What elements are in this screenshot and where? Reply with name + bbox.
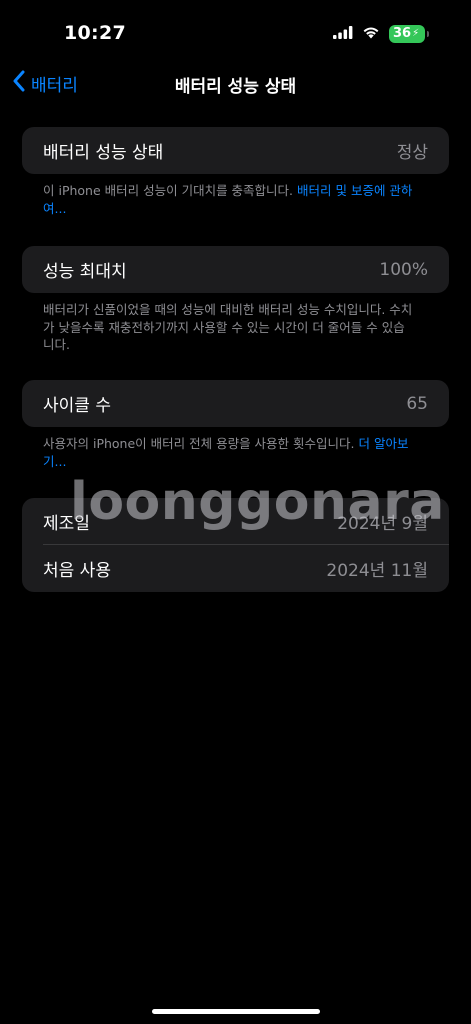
battery-level: 36 — [393, 25, 412, 41]
wifi-icon — [362, 24, 380, 43]
cycle-count-row: 사이클 수 65 — [22, 380, 449, 427]
page-title: 배터리 성능 상태 — [174, 77, 297, 97]
battery-health-footer-text: 이 iPhone 배터리 성능이 기대치를 충족합니다. — [43, 183, 298, 198]
battery-indicator: 36 ⚡ — [389, 24, 425, 43]
status-time: 10:27 — [64, 22, 126, 44]
status-icons: 36 ⚡ — [333, 24, 429, 43]
battery-health-value: 정상 — [396, 143, 428, 163]
cycle-count-footer-text: 사용자의 iPhone이 배터리 전체 용량을 사용한 횟수입니다. — [43, 436, 359, 451]
max-capacity-label: 성능 최대치 — [43, 262, 127, 282]
status-bar: 10:27 36 ⚡ — [0, 0, 471, 70]
cellular-signal-icon — [333, 24, 353, 43]
first-use-label: 처음 사용 — [43, 561, 111, 581]
first-use-value: 2024년 11월 — [326, 561, 428, 581]
cycle-count-label: 사이클 수 — [43, 396, 111, 416]
cycle-count-value: 65 — [406, 393, 428, 414]
max-capacity-value: 100% — [379, 259, 428, 280]
charging-bolt-icon: ⚡ — [412, 27, 420, 39]
manufacture-date-row: 제조일 2024년 9월 — [22, 498, 449, 545]
cycle-count-group: 사이클 수 65 — [22, 380, 449, 427]
first-use-row: 처음 사용 2024년 11월 — [22, 545, 449, 592]
max-capacity-row: 성능 최대치 100% — [22, 246, 449, 293]
battery-health-row: 배터리 성능 상태 정상 — [22, 127, 449, 174]
home-indicator[interactable] — [152, 1009, 320, 1014]
manufacture-date-value: 2024년 9월 — [337, 514, 428, 534]
battery-tip — [427, 30, 429, 37]
max-capacity-footer: 배터리가 신품이었을 때의 성능에 대비한 배터리 성능 수치입니다. 수치가 … — [43, 302, 413, 352]
max-capacity-group: 성능 최대치 100% — [22, 246, 449, 293]
battery-health-footer: 이 iPhone 배터리 성능이 기대치를 충족합니다. 배터리 및 보증에 관… — [43, 182, 413, 217]
cycle-count-footer: 사용자의 iPhone이 배터리 전체 용량을 사용한 횟수입니다. 더 알아보… — [43, 435, 413, 470]
battery-health-group: 배터리 성능 상태 정상 — [22, 127, 449, 174]
navigation-bar: 배터리 배터리 성능 상태 — [0, 62, 471, 106]
dates-group: 제조일 2024년 9월 처음 사용 2024년 11월 — [22, 498, 449, 592]
battery-health-label: 배터리 성능 상태 — [43, 143, 164, 163]
manufacture-date-label: 제조일 — [43, 514, 90, 534]
